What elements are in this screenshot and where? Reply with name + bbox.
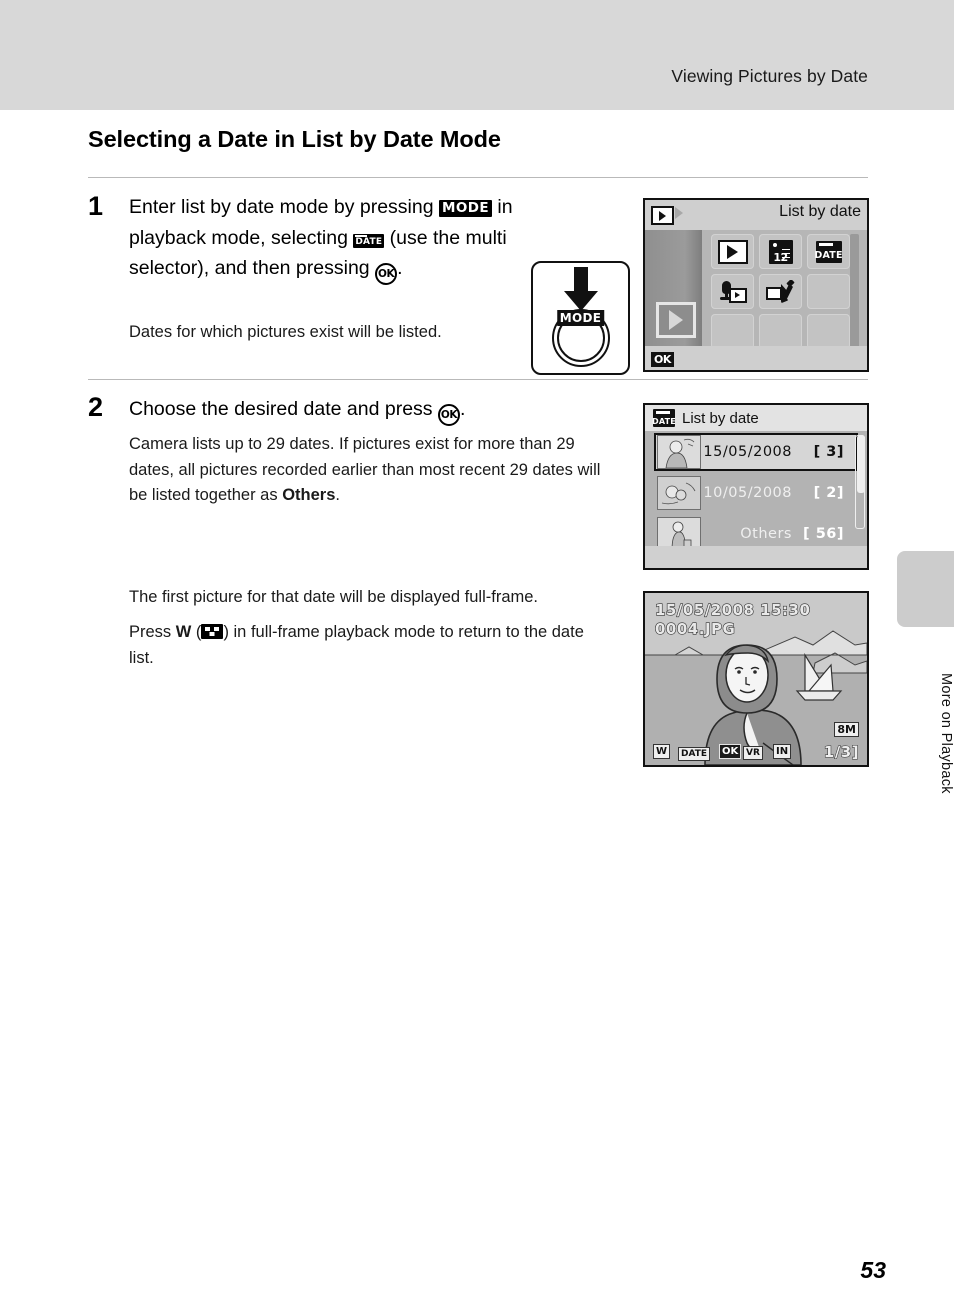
list-by-date-icon: DATE xyxy=(353,233,385,248)
divider-rule-top xyxy=(88,177,868,178)
step-2-note-part-1: Camera lists up to 29 dates. If pictures… xyxy=(129,435,601,504)
date-icon: DATE xyxy=(652,409,676,427)
step-2-note: Camera lists up to 29 dates. If pictures… xyxy=(129,432,619,509)
date-list-header: DATE List by date xyxy=(645,405,867,431)
in-badge-icon: IN xyxy=(773,744,792,759)
date-list-scrollbar-thumb[interactable] xyxy=(857,435,865,493)
thumbnail-flowers xyxy=(657,476,701,510)
thumbnail-icon xyxy=(201,624,224,639)
page-header-band: Viewing Pictures by Date xyxy=(0,0,954,110)
ok-badge-icon: OK xyxy=(719,744,742,759)
wrench-icon xyxy=(765,279,796,304)
divider-rule-middle xyxy=(88,379,868,380)
full-frame-note: The first picture for that date will be … xyxy=(129,588,539,606)
date-list-row-selected[interactable]: 15/05/2008 [ 3] xyxy=(654,433,858,471)
mode-button-icon: MODE xyxy=(439,200,492,217)
voice-recording-icon xyxy=(719,280,747,304)
play-icon xyxy=(717,239,748,264)
ok-button-icon: OK xyxy=(375,263,398,285)
date-list-row[interactable]: 10/05/2008 [ 2] xyxy=(654,474,858,512)
date-list-row-text: 10/05/2008 [ 2] xyxy=(701,485,858,501)
menu-cell-empty-1 xyxy=(807,274,850,309)
chapter-tab-label: More on Playback xyxy=(938,672,954,794)
step-1-note: Dates for which pictures exist will be l… xyxy=(129,323,442,341)
date-list-rows: 15/05/2008 [ 3] 10/05/2008 [ 2] Others [… xyxy=(654,433,858,556)
page-number: 53 xyxy=(860,1257,886,1283)
photo-datetime: 15/05/2008 15:30 xyxy=(654,600,811,619)
step-1-number: 1 xyxy=(88,191,104,221)
menu-cell-empty-3 xyxy=(759,314,802,349)
menu-cell-calendar[interactable]: 12 xyxy=(759,234,802,269)
menu-cell-list-by-date[interactable]: DATE xyxy=(807,234,850,269)
camera-screen-date-list: DATE List by date 15/05/2008 [ 3] 10/05/… xyxy=(643,403,869,570)
menu-cell-setup[interactable] xyxy=(759,274,802,309)
camera-screen-full-frame-playback: 15/05/2008 15:30 0004.JPG 8M 1/3] W DATE … xyxy=(643,591,869,767)
wide-note-part-1: Press xyxy=(129,623,176,641)
mode-dial-label: MODE xyxy=(556,310,605,326)
wide-button-letter: W xyxy=(175,623,192,641)
menu-icon-grid: 12 DATE xyxy=(711,234,850,349)
ok-badge-icon: OK xyxy=(651,352,674,367)
running-header-title: Viewing Pictures by Date xyxy=(671,66,868,86)
step-2-text-part-2: . xyxy=(459,398,466,420)
mode-button-illustration: MODE xyxy=(531,261,630,375)
step-2-text-part-1: Choose the desired date and press xyxy=(129,398,438,420)
date-badge-icon: DATE xyxy=(678,747,711,761)
date-label: Others xyxy=(740,526,792,542)
photo-filename: 0004.JPG xyxy=(654,619,736,638)
menu-left-panel xyxy=(645,230,702,346)
page-title: Selecting a Date in List by Date Mode xyxy=(88,126,501,152)
menu-cell-voice-recording[interactable] xyxy=(711,274,754,309)
step-2-note-bold: Others xyxy=(282,486,336,504)
playback-large-icon xyxy=(656,302,696,338)
menu-bottom-bar: OK xyxy=(645,346,867,370)
date-label: 10/05/2008 xyxy=(703,485,792,501)
step-2-number: 2 xyxy=(88,392,104,422)
step-2-instruction: Choose the desired date and press OK. xyxy=(129,394,549,426)
delete-badge-icon: VR xyxy=(743,746,763,760)
step-2-note-part-2: . xyxy=(335,486,340,504)
wide-note-part-2: ( xyxy=(191,623,202,641)
date-label: 15/05/2008 xyxy=(703,444,792,460)
chevron-right-icon xyxy=(675,207,683,219)
menu-scrollbar[interactable] xyxy=(850,234,859,349)
date-count: [ 2] xyxy=(813,485,844,501)
playback-mode-icon xyxy=(651,206,674,225)
camera-screen-mode-menu: List by date 12 DATE OK xyxy=(643,198,869,372)
step-1-text-part-4: . xyxy=(397,257,403,279)
menu-topbar: List by date xyxy=(645,200,867,230)
step-1-instruction: Enter list by date mode by pressing MODE… xyxy=(129,192,529,285)
date-list-title: List by date xyxy=(682,409,759,427)
menu-cell-playback[interactable] xyxy=(711,234,754,269)
ok-button-icon: OK xyxy=(437,404,460,426)
wide-button-badge: W xyxy=(653,744,671,759)
wide-button-note: Press W () in full-frame playback mode t… xyxy=(129,620,609,671)
playback-osd-bar: W DATE OK VR IN xyxy=(645,741,867,761)
menu-title: List by date xyxy=(779,203,861,220)
calendar-icon: 12 xyxy=(768,239,793,264)
date-list-footer xyxy=(645,546,867,568)
menu-cell-empty-2 xyxy=(711,314,754,349)
down-arrow-icon xyxy=(563,267,598,311)
date-icon: DATE xyxy=(814,240,842,263)
image-size-badge: 8M xyxy=(834,722,859,737)
date-count: [ 3] xyxy=(813,444,844,460)
chapter-tab xyxy=(897,551,954,627)
date-list-row-text: 15/05/2008 [ 3] xyxy=(701,444,858,460)
date-list-row-text: Others [ 56] xyxy=(701,526,858,542)
step-1-text-part-1: Enter list by date mode by pressing xyxy=(129,196,439,218)
menu-cell-empty-4 xyxy=(807,314,850,349)
photo-osd-info: 15/05/2008 15:30 0004.JPG xyxy=(654,600,811,639)
date-count: [ 56] xyxy=(803,526,844,542)
thumbnail-portrait xyxy=(657,435,701,469)
